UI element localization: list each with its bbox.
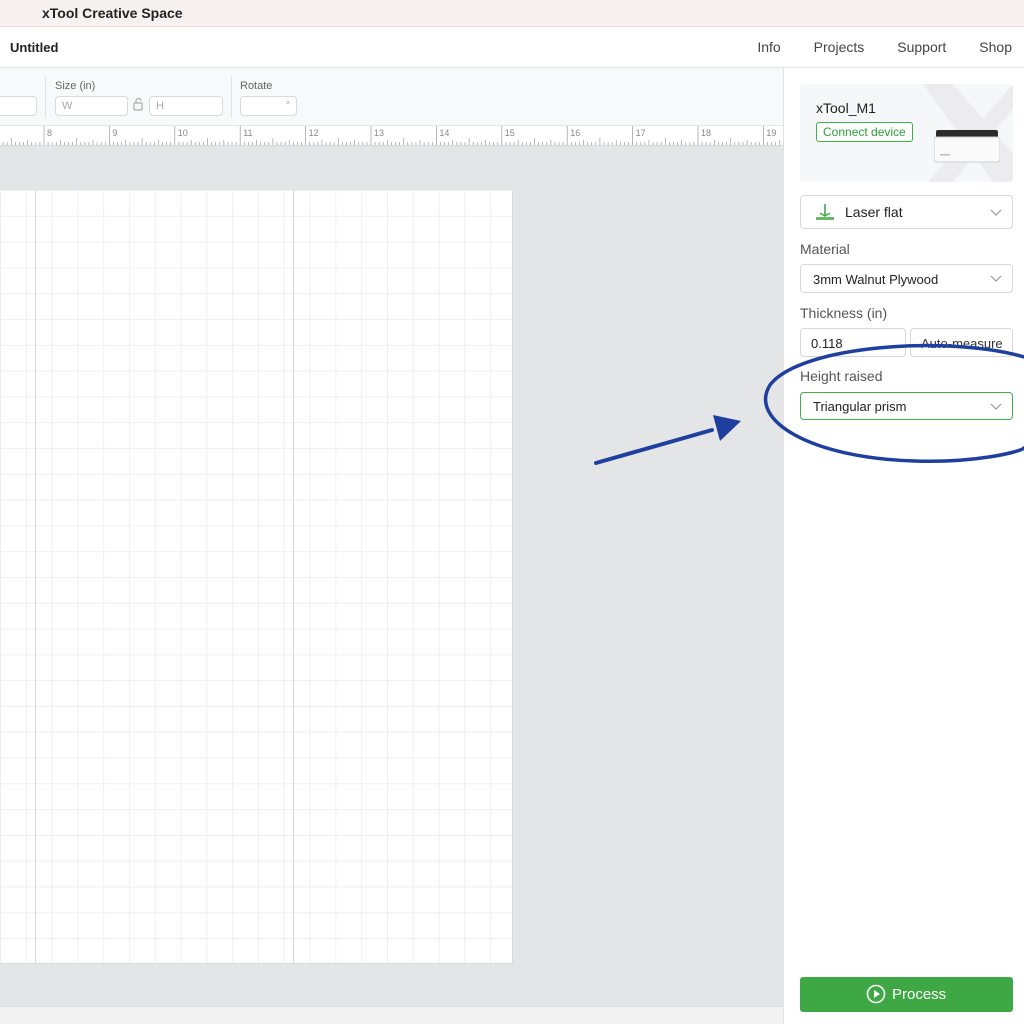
laser-machine-icon	[934, 130, 1000, 163]
height-raised-select[interactable]: Triangular prism	[800, 392, 1013, 420]
grid-major-line	[293, 190, 294, 963]
laser-flat-icon	[816, 204, 834, 220]
top-nav: Info Projects Support Shop	[724, 39, 1012, 55]
nav-shop[interactable]: Shop	[979, 39, 1012, 55]
app-title: xTool Creative Space	[42, 5, 183, 21]
grid-major-line	[35, 190, 36, 963]
design-canvas[interactable]	[0, 146, 783, 1006]
thickness-label: Thickness (in)	[800, 305, 888, 321]
ruler-label: 15	[505, 128, 515, 138]
ruler-label: 17	[636, 128, 646, 138]
size-group: Size (in)	[55, 76, 95, 94]
object-toolbar: Size (in) W H Rotate °	[0, 68, 783, 126]
ruler-label: 18	[701, 128, 711, 138]
material-select[interactable]: 3mm Walnut Plywood	[800, 264, 1013, 293]
ruler-label: 9	[112, 128, 117, 138]
thickness-input[interactable]: 0.118	[800, 328, 906, 357]
ruler-label: 10	[178, 128, 188, 138]
ruler-label: 12	[309, 128, 319, 138]
nav-support[interactable]: Support	[897, 39, 946, 55]
lock-ratio-icon[interactable]	[132, 97, 144, 116]
height-raised-label: Height raised	[800, 368, 883, 384]
height-raised-value: Triangular prism	[813, 399, 907, 414]
ruler-label: 11	[243, 128, 252, 138]
ruler-label: 8	[47, 128, 52, 138]
device-card: xTool_M1 Connect device	[800, 84, 1013, 182]
width-input[interactable]: W	[55, 96, 128, 116]
menu-bar: Untitled Info Projects Support Shop	[0, 27, 1024, 68]
size-label: Size (in)	[55, 80, 96, 92]
chevron-down-icon	[990, 209, 1002, 216]
nav-projects[interactable]: Projects	[814, 39, 865, 55]
ruler-label: 19	[766, 128, 776, 138]
laser-mode-select[interactable]: Laser flat	[800, 195, 1013, 229]
rotate-input[interactable]: °	[240, 96, 297, 116]
ruler-label: 16	[570, 128, 580, 138]
height-input[interactable]: H	[149, 96, 223, 116]
settings-panel: xTool_M1 Connect device Laser flat Mater…	[783, 68, 1024, 1024]
width-placeholder: W	[62, 100, 73, 112]
rotate-label: Rotate	[240, 80, 273, 92]
rotate-unit: °	[285, 100, 290, 112]
play-circle-icon	[866, 984, 886, 1004]
thickness-value: 0.118	[811, 336, 843, 351]
position-input[interactable]	[0, 96, 37, 116]
title-bar: xTool Creative Space	[0, 0, 1024, 27]
process-button[interactable]: Process	[800, 977, 1013, 1012]
connect-device-button[interactable]: Connect device	[816, 122, 913, 142]
material-label: Material	[800, 241, 850, 257]
nav-info[interactable]: Info	[757, 39, 780, 55]
material-value: 3mm Walnut Plywood	[813, 272, 939, 287]
canvas-scrollbar[interactable]	[0, 1006, 783, 1024]
process-label: Process	[892, 986, 947, 1003]
toolbar-divider	[45, 76, 46, 118]
auto-measure-button[interactable]: Auto-measure	[910, 328, 1013, 357]
canvas-work-area[interactable]	[0, 190, 513, 964]
device-name: xTool_M1	[816, 100, 876, 116]
ruler-label: 14	[439, 128, 449, 138]
rotate-group: Rotate	[240, 76, 272, 94]
height-placeholder: H	[156, 100, 164, 112]
chevron-down-icon	[990, 403, 1002, 410]
chevron-down-icon	[990, 275, 1002, 282]
toolbar-divider	[231, 76, 232, 118]
laser-mode-value: Laser flat	[845, 204, 903, 220]
horizontal-ruler[interactable]: 8 9 10 11 12 13 14 15 16 17 18 19	[0, 126, 783, 146]
ruler-label: 13	[374, 128, 384, 138]
document-title[interactable]: Untitled	[10, 40, 58, 55]
ruler-ticks: 8 9 10 11 12 13 14 15 16 17 18 19	[2, 126, 781, 145]
